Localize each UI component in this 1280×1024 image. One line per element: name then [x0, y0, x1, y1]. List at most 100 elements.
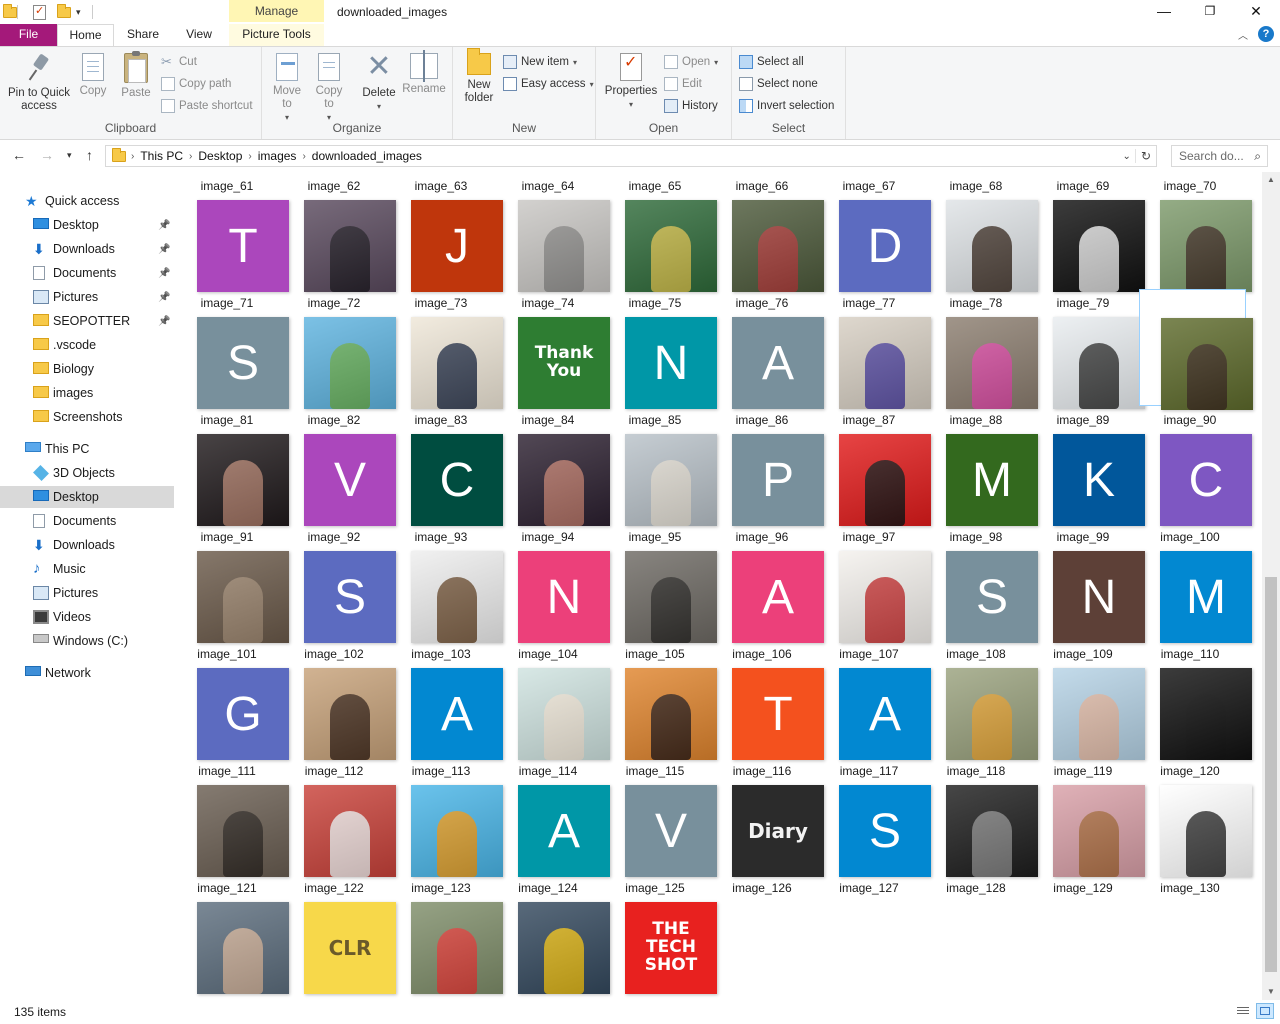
back-arrow-icon[interactable]: ←: [12, 147, 26, 163]
file-item[interactable]: [604, 172, 717, 292]
file-item[interactable]: [1139, 640, 1252, 760]
file-item[interactable]: S: [925, 523, 1038, 643]
tab-home[interactable]: Home: [57, 24, 114, 47]
select-none-button[interactable]: Select none: [739, 75, 818, 93]
file-item[interactable]: [283, 289, 396, 409]
file-item[interactable]: V: [604, 757, 717, 877]
file-item[interactable]: [497, 874, 610, 994]
nav-item-screenshots[interactable]: Screenshots: [0, 406, 174, 428]
easy-access-button[interactable]: Easy access ▾: [503, 75, 594, 93]
file-item[interactable]: P: [711, 406, 824, 526]
delete-button[interactable]: ✕ Delete ▾: [357, 52, 401, 113]
file-item[interactable]: T: [711, 640, 824, 760]
file-item[interactable]: A: [818, 640, 931, 760]
file-item[interactable]: C: [1139, 406, 1252, 526]
file-item[interactable]: [283, 640, 396, 760]
maximize-button[interactable]: ❐: [1187, 0, 1233, 24]
properties-button[interactable]: Properties ▾: [602, 53, 660, 111]
collapse-ribbon-chevron-icon[interactable]: ︿: [1238, 27, 1248, 42]
breadcrumb-images[interactable]: images: [253, 149, 302, 163]
search-input[interactable]: Search do... ⌕: [1171, 145, 1268, 167]
tab-file[interactable]: File: [0, 24, 57, 46]
file-item[interactable]: M: [1139, 523, 1252, 643]
edit-button[interactable]: Edit: [664, 75, 702, 93]
file-item[interactable]: Diary: [711, 757, 824, 877]
file-item[interactable]: [818, 523, 931, 643]
pin-icon[interactable]: 📌: [158, 316, 170, 327]
history-button[interactable]: History: [664, 97, 718, 115]
file-item[interactable]: [176, 757, 289, 877]
file-item[interactable]: [1032, 640, 1145, 760]
nav-item-this-pc[interactable]: This PC: [0, 438, 174, 460]
file-item[interactable]: D: [818, 172, 931, 292]
file-item[interactable]: [497, 406, 610, 526]
file-item[interactable]: G: [176, 640, 289, 760]
rename-button[interactable]: Rename: [401, 50, 447, 96]
copy-button[interactable]: Copy: [76, 50, 110, 98]
nav-item-windows-c[interactable]: Windows (C:): [0, 630, 174, 652]
recent-locations-chevron-icon[interactable]: ▾: [67, 150, 72, 161]
file-item[interactable]: A: [711, 523, 824, 643]
pin-icon[interactable]: 📌: [158, 292, 170, 303]
file-item[interactable]: [925, 757, 1038, 877]
cut-button[interactable]: ✂ Cut: [161, 53, 197, 71]
file-item[interactable]: A: [497, 757, 610, 877]
file-item[interactable]: [604, 640, 717, 760]
nav-item-videos[interactable]: Videos: [0, 606, 174, 628]
file-item[interactable]: [818, 406, 931, 526]
nav-item-3d-objects[interactable]: 3D Objects: [0, 462, 174, 484]
copy-to-button[interactable]: Copy to ▾: [312, 50, 346, 124]
scroll-up-arrow-icon[interactable]: ▲: [1262, 172, 1280, 188]
file-item[interactable]: A: [390, 640, 503, 760]
new-folder-button[interactable]: New folder: [461, 48, 497, 105]
nav-item-desktop[interactable]: Desktop 📌: [0, 214, 174, 236]
file-item[interactable]: [818, 289, 931, 409]
copy-path-button[interactable]: Copy path: [161, 75, 231, 93]
file-item[interactable]: [390, 289, 503, 409]
file-item[interactable]: [497, 172, 610, 292]
file-item[interactable]: S: [283, 523, 396, 643]
nav-item-downloads[interactable]: ⬇ Downloads 📌: [0, 238, 174, 260]
file-item[interactable]: N: [497, 523, 610, 643]
file-item[interactable]: [390, 874, 503, 994]
nav-item-desktop[interactable]: Desktop: [0, 486, 174, 508]
paste-shortcut-button[interactable]: Paste shortcut: [161, 97, 253, 115]
file-item[interactable]: [1032, 289, 1145, 409]
new-item-button[interactable]: New item ▾: [503, 53, 577, 71]
breadcrumb-downloaded-images[interactable]: downloaded_images: [307, 149, 427, 163]
nav-item-network[interactable]: Network: [0, 662, 174, 684]
scrollbar-thumb[interactable]: [1265, 577, 1277, 972]
file-item[interactable]: [1139, 172, 1252, 292]
file-item[interactable]: N: [604, 289, 717, 409]
file-item[interactable]: S: [818, 757, 931, 877]
pin-icon[interactable]: 📌: [158, 244, 170, 255]
nav-item-documents[interactable]: Documents: [0, 510, 174, 532]
file-item[interactable]: [1139, 757, 1252, 877]
file-item[interactable]: [925, 172, 1038, 292]
nav-item-quick-access[interactable]: ★ Quick access: [0, 190, 174, 212]
file-item[interactable]: S: [176, 289, 289, 409]
file-item[interactable]: [604, 406, 717, 526]
file-item[interactable]: J: [390, 172, 503, 292]
file-item[interactable]: [711, 172, 824, 292]
file-item[interactable]: [390, 757, 503, 877]
file-item[interactable]: THE TECH SHOT: [604, 874, 717, 994]
close-button[interactable]: ✕: [1233, 0, 1279, 24]
nav-item-images[interactable]: images: [0, 382, 174, 404]
nav-item-pictures[interactable]: Pictures: [0, 582, 174, 604]
forward-arrow-icon[interactable]: →: [40, 147, 54, 163]
file-item[interactable]: CLR: [283, 874, 396, 994]
file-item[interactable]: [497, 640, 610, 760]
open-button[interactable]: Open ▾: [664, 53, 718, 71]
file-item[interactable]: [925, 640, 1038, 760]
nav-item-downloads[interactable]: ⬇ Downloads: [0, 534, 174, 556]
nav-item-documents[interactable]: Documents 📌: [0, 262, 174, 284]
vertical-scrollbar[interactable]: ▲ ▼: [1262, 172, 1280, 1000]
paste-button[interactable]: Paste: [116, 51, 156, 100]
file-item[interactable]: C: [390, 406, 503, 526]
refresh-icon[interactable]: ↻: [1134, 149, 1156, 163]
large-icons-view-icon[interactable]: [1256, 1003, 1274, 1019]
tab-view[interactable]: View: [174, 24, 224, 46]
file-item[interactable]: [283, 172, 396, 292]
up-arrow-icon[interactable]: ↑: [86, 147, 93, 163]
